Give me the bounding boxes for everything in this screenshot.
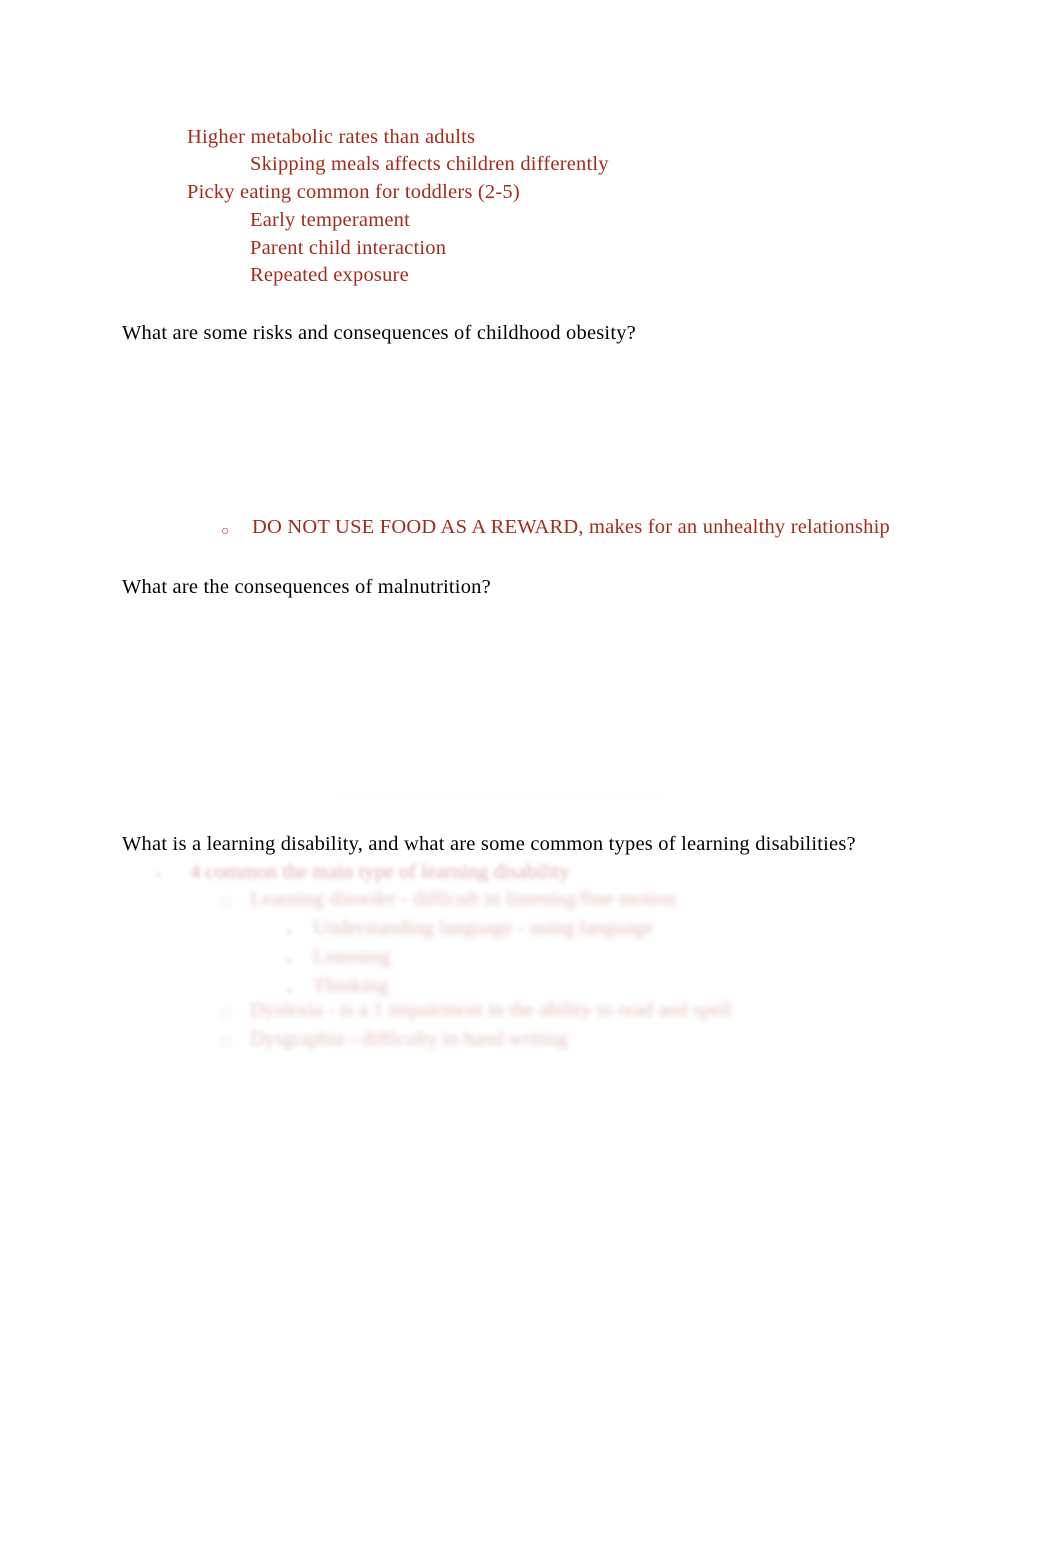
faded-answer-ld-thinking: Thinking <box>313 975 389 997</box>
note-line-picky-eating: Picky eating common for toddlers (2-5) <box>187 181 520 203</box>
question-malnutrition: What are the consequences of malnutritio… <box>122 576 491 598</box>
faded-answer-ld-main-types: 4 common the main type of learning disab… <box>190 861 570 883</box>
faded-answer-smudge-malnutrition: ——— ————————————— <box>336 784 661 806</box>
question-childhood-obesity: What are some risks and consequences of … <box>122 322 636 344</box>
open-square-bullet-icon-ld-6: □ <box>222 1006 231 1021</box>
faded-answer-ld-listening: Listening <box>313 946 391 968</box>
note-line-skipping-meals: Skipping meals affects children differen… <box>250 153 609 175</box>
document-page: Higher metabolic rates than adults Skipp… <box>0 0 1062 1561</box>
faded-answer-ld-learning-disorder: Learning disorder - difficult in listeni… <box>250 888 677 910</box>
faded-answer-ld-dysgraphia: Dysgraphia - difficulty in hand writing <box>250 1028 568 1050</box>
open-square-bullet-icon-ld-7: □ <box>222 1035 231 1050</box>
faded-answer-ld-understanding-language: Understanding language - using language <box>313 917 654 939</box>
question-learning-disability: What is a learning disability, and what … <box>122 833 856 855</box>
note-line-parent-child-interaction: Parent child interaction <box>250 237 447 259</box>
square-bullet-icon-ld-3: ▪ <box>287 924 292 939</box>
answer-do-not-use-food-as-reward: DO NOT USE FOOD AS A REWARD, makes for a… <box>252 516 890 538</box>
hollow-circle-bullet-icon: ○ <box>221 524 230 539</box>
open-square-bullet-icon-ld-2: □ <box>222 895 231 910</box>
faded-answer-ld-dyslexia: Dyslexia - is a 1 impairment in the abil… <box>250 999 732 1021</box>
note-line-early-temperament: Early temperament <box>250 209 411 231</box>
square-bullet-icon-ld-1: ▪ <box>156 867 161 882</box>
square-bullet-icon-ld-4: ▪ <box>287 953 292 968</box>
note-line-higher-metabolic-rates: Higher metabolic rates than adults <box>187 126 476 148</box>
note-line-repeated-exposure: Repeated exposure <box>250 264 409 286</box>
